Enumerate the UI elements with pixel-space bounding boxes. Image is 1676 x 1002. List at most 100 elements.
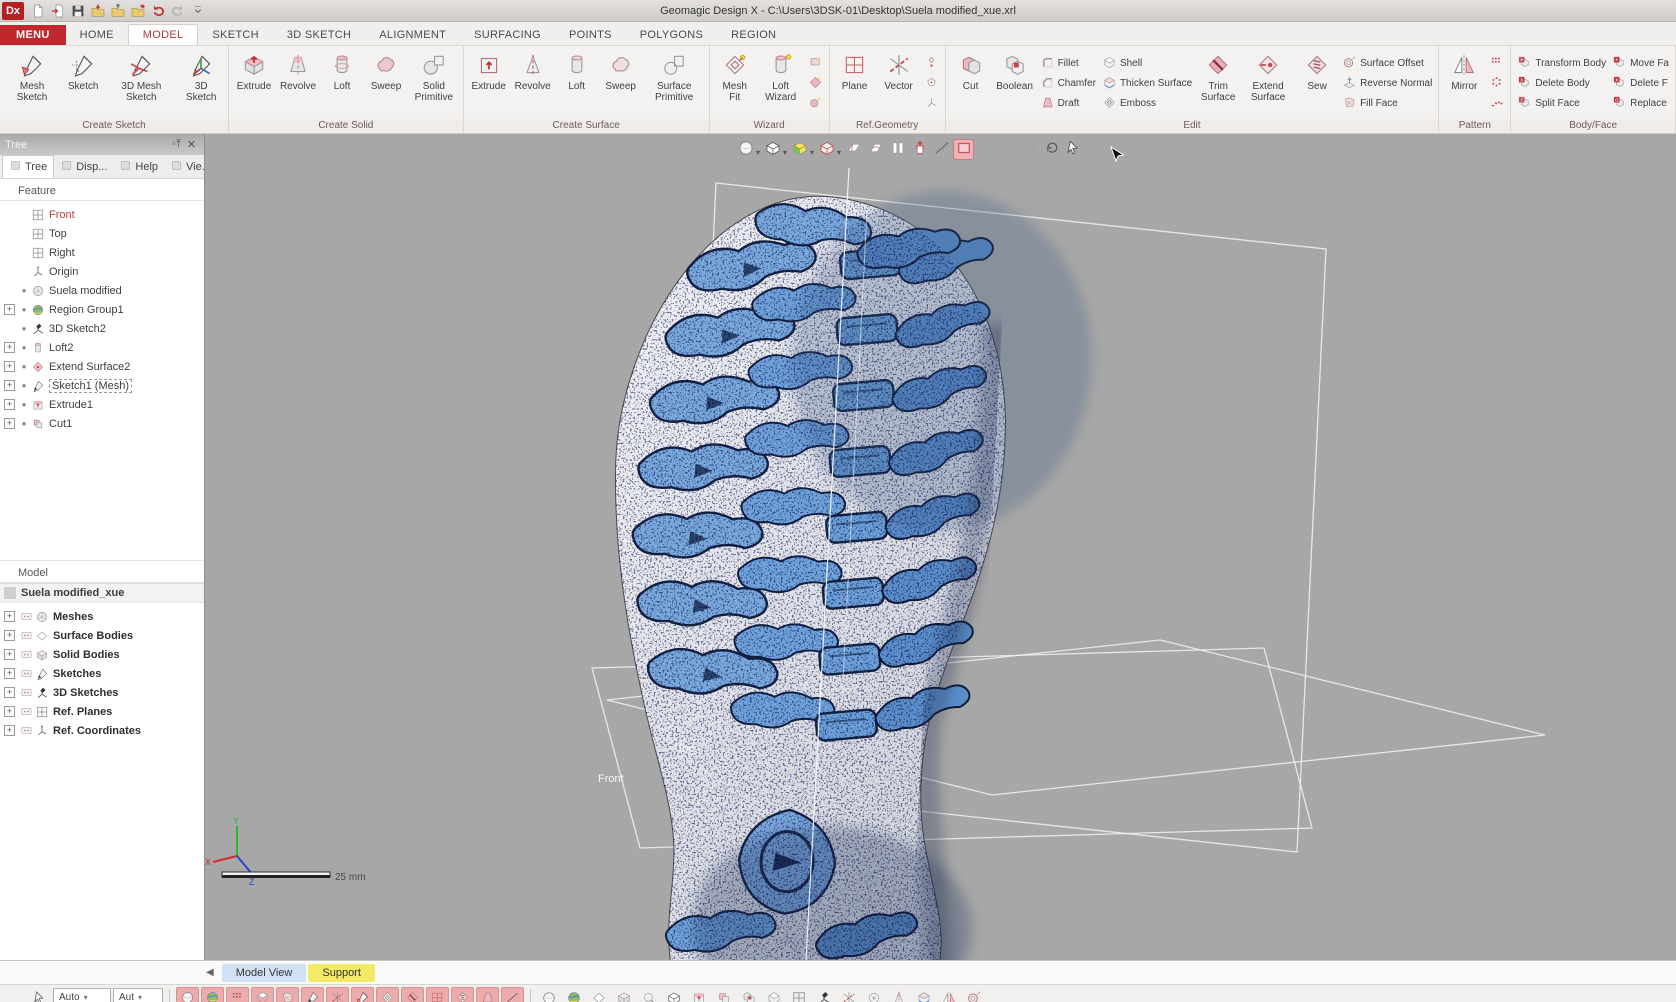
view-tool-18[interactable]: [962, 987, 985, 1002]
ribbon-button-wizard-solid[interactable]: [808, 95, 823, 113]
view-tool-5[interactable]: [637, 987, 660, 1002]
model-item-sketches[interactable]: +Sketches: [0, 664, 204, 683]
view-tool-8[interactable]: [712, 987, 735, 1002]
expand-icon[interactable]: +: [4, 725, 15, 736]
pin-icon[interactable]: ◦⤒: [169, 138, 184, 151]
viewport-3d[interactable]: ▾▾▾▾ .lug{fill:#79a8da;stroke:#14233f;st…: [205, 134, 1676, 960]
ribbon-button-emboss[interactable]: Emboss: [1102, 95, 1192, 113]
model-root-row[interactable]: Suela modified_xue: [0, 583, 204, 603]
selection-filter-select[interactable]: Auto▾: [53, 988, 111, 1002]
panel-tab-disp[interactable]: Disp...: [54, 156, 113, 178]
dropdown-caret-icon[interactable]: ▾: [756, 148, 760, 157]
import-icon[interactable]: [48, 2, 68, 20]
ribbon-button-transform-body[interactable]: +Transform Body: [1517, 55, 1606, 73]
model-item-solid-bodies[interactable]: +Solid Bodies: [0, 645, 204, 664]
expand-icon[interactable]: +: [4, 361, 15, 372]
panel-tab-tree[interactable]: Tree: [2, 155, 54, 178]
ribbon-button-mirror[interactable]: Mirror: [1442, 48, 1486, 119]
shade-cube-button[interactable]: [762, 139, 783, 160]
view-tool-16[interactable]: [912, 987, 935, 1002]
ribbon-button-delete-body[interactable]: xDelete Body: [1517, 75, 1606, 93]
ribbon-button-extrude[interactable]: Extrude: [232, 48, 276, 119]
secondary-filter-select[interactable]: Aut▾: [113, 988, 163, 1002]
ribbon-button-cut[interactable]: Cut: [949, 48, 993, 119]
ribbon-button-loft[interactable]: Loft: [320, 48, 364, 119]
color-cube-button[interactable]: [789, 139, 810, 160]
select-tool-6[interactable]: [301, 987, 324, 1002]
tab-scroll-left-icon[interactable]: ◀: [206, 967, 214, 978]
ribbon-button-surface-primitive[interactable]: Surface Primitive: [643, 48, 706, 119]
panel-tab-help[interactable]: Help: [113, 156, 164, 178]
ribbon-button-mesh-sketch[interactable]: Mesh Sketch: [3, 48, 61, 119]
ribbon-button-sweep[interactable]: Sweep: [599, 48, 643, 119]
ribbon-button-replace[interactable]: oReplace: [1612, 95, 1669, 113]
ribbon-button-plane[interactable]: Plane: [833, 48, 877, 119]
ribbon-button-delete-f[interactable]: xDelete F: [1612, 75, 1669, 93]
ribbon-button-trim-surface[interactable]: Trim Surface: [1195, 48, 1241, 119]
ribbon-button-solid-primitive[interactable]: Solid Primitive: [408, 48, 460, 119]
expand-icon[interactable]: +: [4, 611, 15, 622]
ribbon-button-ref-polygon[interactable]: [924, 75, 939, 93]
ribbon-button-3d-mesh-sketch[interactable]: 3D Mesh Sketch: [105, 48, 177, 119]
select-rect-button[interactable]: [953, 139, 974, 160]
ribbon-button-sew[interactable]: Sew: [1295, 48, 1339, 119]
tab-points[interactable]: POINTS: [555, 25, 626, 45]
measure-line-button[interactable]: [931, 139, 952, 160]
select-tool-4[interactable]: [251, 987, 274, 1002]
model-item-ref-planes[interactable]: +Ref. Planes: [0, 702, 204, 721]
folder-open-icon[interactable]: [108, 2, 128, 20]
dropdown-caret-icon[interactable]: ▾: [783, 148, 787, 157]
ribbon-button-pattern-curve[interactable]: [1489, 95, 1504, 113]
tab-3d-sketch[interactable]: 3D SKETCH: [273, 25, 365, 45]
pick-arrow-button[interactable]: [1063, 139, 1084, 160]
visibility-icon[interactable]: [18, 629, 34, 642]
ribbon-button-boolean[interactable]: Boolean: [993, 48, 1037, 119]
ribbon-button-3d-sketch[interactable]: 3D Sketch: [177, 48, 225, 119]
ribbon-button-surface-offset[interactable]: Surface Offset: [1342, 55, 1432, 73]
doc-tab-support[interactable]: Support: [308, 964, 375, 982]
expand-icon[interactable]: +: [4, 668, 15, 679]
tree-item-3d-sketch2[interactable]: ●3D Sketch2: [0, 319, 204, 338]
dropdown-caret-icon[interactable]: ▾: [810, 148, 814, 157]
expand-icon[interactable]: +: [4, 399, 15, 410]
tree-item-top[interactable]: Top: [0, 224, 204, 243]
visibility-icon[interactable]: [18, 610, 34, 623]
view-tool-17[interactable]: [937, 987, 960, 1002]
visibility-icon[interactable]: [18, 648, 34, 661]
zoom-in-button[interactable]: [975, 139, 996, 160]
tree-item-origin[interactable]: Origin: [0, 262, 204, 281]
redo-icon[interactable]: [168, 2, 188, 20]
expand-icon[interactable]: +: [4, 687, 15, 698]
pin-view-button[interactable]: [909, 139, 930, 160]
folder-export-icon[interactable]: [128, 2, 148, 20]
ribbon-button-fillet[interactable]: Fillet: [1040, 55, 1096, 73]
model-item-meshes[interactable]: +Meshes: [0, 607, 204, 626]
view-tool-3[interactable]: [587, 987, 610, 1002]
ribbon-button-pattern-grid[interactable]: [1489, 55, 1504, 73]
ribbon-button-vector[interactable]: Vector: [877, 48, 921, 119]
doc-tab-model-view[interactable]: Model View: [222, 964, 307, 982]
tree-item-cut1[interactable]: +●Cut1: [0, 414, 204, 433]
folder-import-icon[interactable]: [88, 2, 108, 20]
tree-item-extrude1[interactable]: +●Extrude1: [0, 395, 204, 414]
expand-icon[interactable]: +: [4, 380, 15, 391]
select-tool-11[interactable]: [426, 987, 449, 1002]
expand-icon[interactable]: +: [4, 706, 15, 717]
ribbon-button-shell[interactable]: Shell: [1102, 55, 1192, 73]
selection-mode-icon[interactable]: [28, 987, 51, 1002]
tab-polygons[interactable]: POLYGONS: [626, 25, 717, 45]
view-tool-2[interactable]: [562, 987, 585, 1002]
tree-item-suela-modified[interactable]: ●Suela modified: [0, 281, 204, 300]
ribbon-button-wizard-surface[interactable]: [808, 75, 823, 93]
save-icon[interactable]: [68, 2, 88, 20]
ribbon-button-loft[interactable]: Loft: [555, 48, 599, 119]
dropdown-caret-icon[interactable]: ▾: [837, 148, 841, 157]
ribbon-button-sketch[interactable]: Sketch: [61, 48, 105, 119]
new-file-icon[interactable]: [28, 2, 48, 20]
more-caret-icon[interactable]: [188, 2, 208, 20]
tree-item-right[interactable]: Right: [0, 243, 204, 262]
visibility-icon[interactable]: [18, 667, 34, 680]
view-tool-1[interactable]: [537, 987, 560, 1002]
ribbon-button-revolve[interactable]: Revolve: [511, 48, 555, 119]
select-tool-9[interactable]: [376, 987, 399, 1002]
